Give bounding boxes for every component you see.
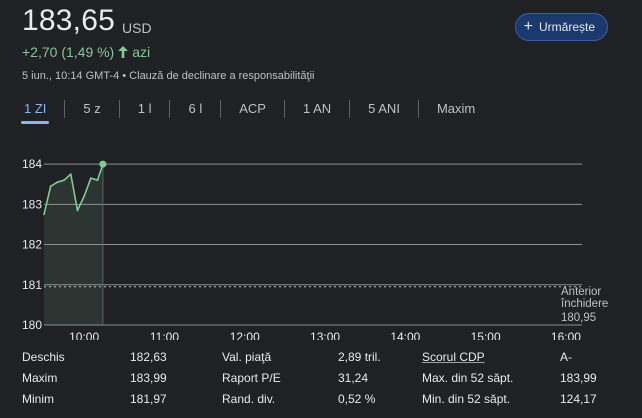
- price-chart[interactable]: 184 183 182 181 180 Anteriorînchidere 180,95 10…: [0, 140, 642, 340]
- x-tick-label: 15:00: [471, 330, 501, 340]
- stat-value-cdp-score: A-: [560, 349, 572, 364]
- x-tick-label: 13:00: [310, 330, 340, 340]
- stat-value-market-cap: 2,89 tril.: [338, 349, 381, 364]
- stat-label-52w-low: Min. din 52 săpt.: [422, 391, 511, 406]
- price-point: [43, 213, 45, 216]
- stock-price: 183,65: [22, 4, 115, 37]
- current-price-dot: [99, 160, 107, 168]
- follow-button[interactable]: + Urmărește: [514, 13, 608, 41]
- price-change-period: azi: [132, 44, 151, 60]
- stat-value-low: 181,97: [130, 391, 167, 406]
- price-point: [56, 181, 59, 184]
- price-point: [76, 209, 79, 212]
- arrow-up-icon: [118, 46, 129, 58]
- price-change: +2,70 (1,49 %) azi: [22, 44, 150, 60]
- y-tick-label: 182: [22, 238, 42, 252]
- currency-label: USD: [122, 20, 152, 36]
- x-tick-label: 14:00: [390, 330, 420, 340]
- previous-close-label: închidere: [560, 298, 608, 310]
- tab-6-l[interactable]: 6 l: [186, 98, 204, 119]
- quote-timestamp-disclaimer: 5 iun., 10:14 GMT-4 • Clauză de declinar…: [22, 70, 315, 82]
- stats-row: Maxim 183,99 Raport P/E 31,24 Max. din 5…: [22, 367, 600, 388]
- tab-separator: [169, 99, 171, 118]
- y-tick-label: 183: [22, 197, 42, 211]
- tab-separator: [64, 99, 66, 118]
- x-tick-label: 10:00: [69, 330, 99, 340]
- y-tick-label: 180: [22, 318, 42, 332]
- price-point: [69, 173, 72, 176]
- tab-1-an[interactable]: 1 AN: [301, 98, 333, 119]
- tab-separator: [118, 99, 120, 118]
- stat-label-pe-ratio: Raport P/E: [222, 370, 281, 385]
- tab-1-zi[interactable]: 1 ZI: [20, 98, 50, 124]
- stat-label-market-cap: Val. piaţă: [222, 349, 272, 364]
- tab-1-l[interactable]: 1 l: [136, 98, 154, 119]
- range-tabs: 1 ZI 5 z 1 l 6 l ACP 1 AN 5 ANI Maxim: [20, 98, 477, 124]
- tab-separator: [417, 99, 419, 118]
- price-point: [49, 185, 52, 188]
- stat-value-pe-ratio: 31,24: [338, 370, 369, 385]
- follow-button-label: Urmărește: [538, 20, 595, 34]
- y-tick-label: 184: [22, 157, 42, 171]
- stat-label-52w-high: Max. din 52 săpt.: [422, 370, 514, 385]
- stat-label-open: Deschis: [22, 349, 65, 364]
- stat-value-52w-low: 124,17: [560, 391, 597, 406]
- stat-value-open: 182,63: [130, 349, 167, 364]
- tab-separator: [283, 99, 285, 118]
- x-tick-label: 16:00: [551, 330, 581, 340]
- x-tick-label: 12:00: [230, 330, 260, 340]
- tab-5-z[interactable]: 5 z: [81, 98, 102, 119]
- price-point: [83, 195, 86, 198]
- price-point: [96, 179, 99, 182]
- stats-row: Minim 181,97 Rand. div. 0,52 % Min. din …: [22, 388, 600, 409]
- stats-row: Deschis 182,63 Val. piaţă 2,89 tril. Sco…: [22, 346, 600, 367]
- tab-separator: [220, 99, 222, 118]
- price-point: [89, 177, 92, 180]
- stat-label-div-yield: Rand. div.: [222, 391, 276, 406]
- stat-label-cdp-score[interactable]: Scorul CDP: [422, 350, 560, 364]
- stat-value-52w-high: 183,99: [560, 370, 597, 385]
- plus-icon: +: [523, 18, 533, 35]
- x-tick-label: 11:00: [150, 330, 179, 340]
- tab-5-ani[interactable]: 5 ANI: [366, 98, 402, 119]
- tab-separator: [349, 99, 351, 118]
- stat-label-low: Minim: [22, 391, 54, 406]
- previous-close-label: Anterior: [561, 286, 601, 298]
- previous-close-label: 180,95: [561, 312, 596, 324]
- stat-value-high: 183,99: [130, 370, 167, 385]
- stat-label-high: Maxim: [22, 370, 58, 385]
- stat-value-div-yield: 0,52 %: [338, 391, 376, 406]
- key-stats: Deschis 182,63 Val. piaţă 2,89 tril. Sco…: [22, 346, 600, 409]
- price-change-value: +2,70 (1,49 %): [22, 44, 115, 60]
- tab-maxim[interactable]: Maxim: [435, 98, 477, 119]
- tab-acp[interactable]: ACP: [237, 98, 268, 119]
- price-point: [63, 179, 65, 182]
- y-tick-label: 181: [22, 278, 42, 292]
